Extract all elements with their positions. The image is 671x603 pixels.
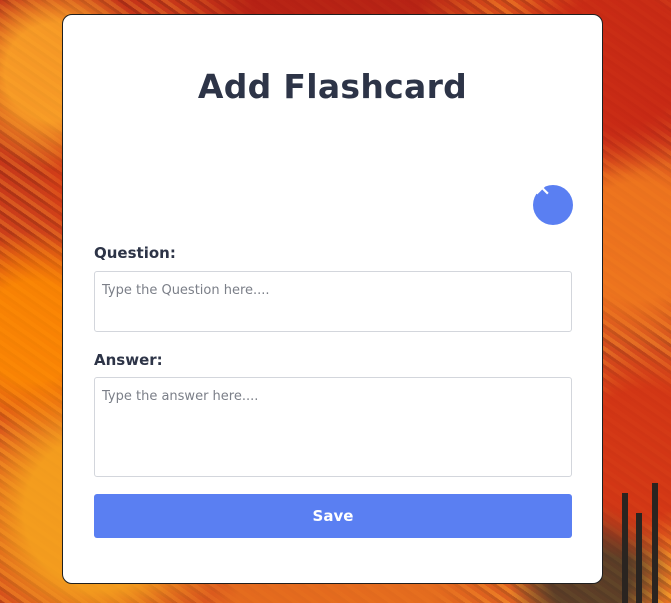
modal-title: Add Flashcard bbox=[197, 67, 468, 106]
tree-trunk bbox=[622, 493, 628, 603]
tree-trunk bbox=[636, 513, 642, 603]
answer-label: Answer: bbox=[94, 351, 163, 369]
save-button[interactable]: Save bbox=[94, 494, 572, 538]
tree-trunk bbox=[652, 483, 658, 603]
close-button[interactable]: ✕ bbox=[533, 179, 573, 225]
answer-field[interactable] bbox=[94, 377, 572, 477]
question-field[interactable] bbox=[94, 271, 572, 332]
add-flashcard-modal: Add Flashcard ✕ Question: Answer: Save bbox=[62, 14, 603, 584]
close-icon: ✕ bbox=[533, 177, 552, 202]
question-label: Question: bbox=[94, 244, 176, 262]
